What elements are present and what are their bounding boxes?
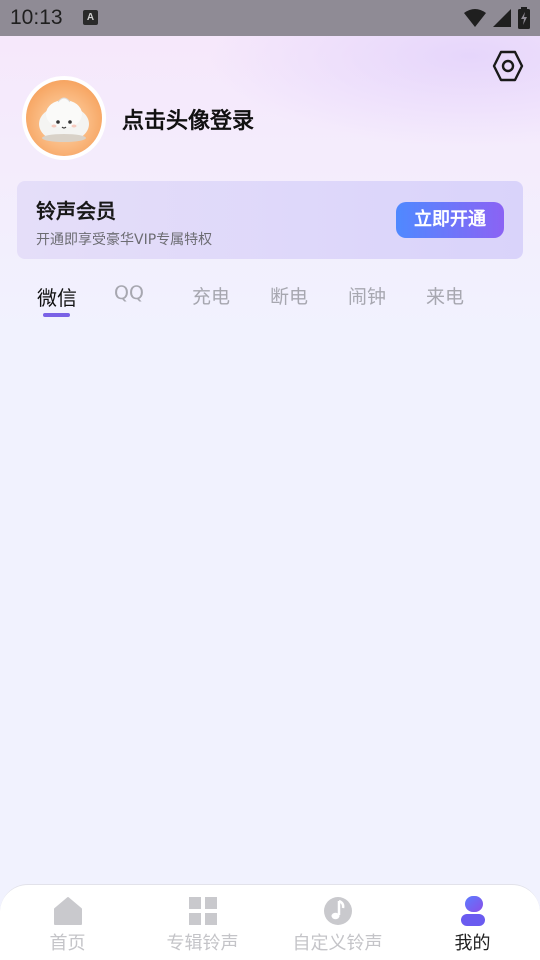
tab-qq[interactable]: QQ [114,282,144,304]
tab-disconnect[interactable]: 断电 [270,282,308,309]
tab-wechat[interactable]: 微信 [37,282,77,311]
settings-icon[interactable] [492,50,524,82]
status-bar: 10:13 A [0,0,540,36]
bottom-navigation: 首页 专辑铃声 自定义铃声 我的 [0,884,540,960]
nav-label-album-ringtones: 专辑铃声 [166,933,239,954]
nav-label-custom-ringtones: 自定义铃声 [292,933,383,954]
status-icons [464,7,530,29]
tab-incoming-call[interactable]: 来电 [426,282,464,309]
music-note-icon [323,897,352,925]
profile-icon [460,896,485,926]
avatar[interactable] [22,76,106,160]
vip-membership-card: 铃声会员 开通即享受豪华VIP专属特权 立即开通 [17,181,523,259]
cell-signal-icon [493,9,511,27]
status-time: 10:13 [10,6,63,29]
active-tab-indicator [43,313,70,317]
nav-item-album-ringtones[interactable]: 专辑铃声 [135,885,270,960]
tab-alarm[interactable]: 闹钟 [348,282,386,309]
grid-icon [188,897,217,925]
nav-label-mine: 我的 [454,933,491,954]
vip-subtitle: 开通即享受豪华VIP专属特权 [36,232,213,248]
avatar-image [26,80,102,156]
nav-item-mine[interactable]: 我的 [405,885,540,960]
nav-item-home[interactable]: 首页 [0,885,135,960]
notification-a-icon: A [83,10,98,25]
tab-charging[interactable]: 充电 [192,282,230,309]
home-icon [53,897,82,925]
vip-title: 铃声会员 [36,199,116,223]
nav-item-custom-ringtones[interactable]: 自定义铃声 [270,885,405,960]
ringtone-category-tabs: 微信 QQ 充电 断电 闹钟 来电 [0,282,540,322]
battery-charging-icon [518,7,530,29]
nav-label-home: 首页 [49,933,86,954]
wifi-icon [464,9,486,27]
login-prompt[interactable]: 点击头像登录 [122,103,254,135]
activate-vip-button[interactable]: 立即开通 [396,202,504,238]
